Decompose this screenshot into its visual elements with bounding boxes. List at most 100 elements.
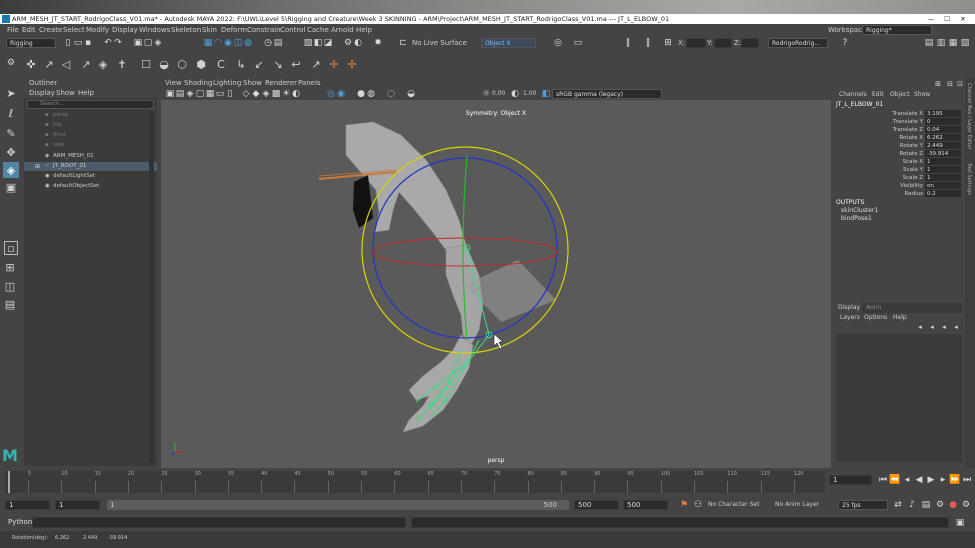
menu-file[interactable]: File <box>7 24 19 36</box>
go-to-end-icon[interactable]: ⏭ <box>962 475 972 485</box>
shelf-options-icon[interactable]: ⚙ <box>6 58 16 68</box>
loop-icon[interactable]: ⇄ <box>893 500 903 510</box>
step-forward-icon[interactable]: ▸ <box>938 475 948 485</box>
close-button[interactable]: ✕ <box>956 14 970 24</box>
viewport-menu-renderer[interactable]: Renderer <box>265 78 297 88</box>
menu-deform[interactable]: Deform <box>221 24 247 36</box>
outliner-item-top[interactable]: ▪ top <box>24 121 157 130</box>
ipr-icon[interactable]: ◪ <box>323 38 333 48</box>
output-skincluster[interactable]: skinCluster1 <box>841 207 878 214</box>
joint-tool-icon[interactable]: ✜ <box>25 58 37 71</box>
character-set-dropdown[interactable]: No Character Set <box>708 500 766 510</box>
antialiasing-icon[interactable]: ◌ <box>386 89 396 99</box>
channel-value[interactable]: 6.262 <box>925 134 961 141</box>
exposure-icon[interactable]: ☼ <box>481 89 491 99</box>
xform-icon[interactable]: ⊞ <box>663 38 673 48</box>
scale-constraint-icon[interactable]: ↩ <box>290 58 302 71</box>
humanik-icon[interactable]: ✝ <box>116 58 128 71</box>
channel-icon-c[interactable]: ⊡ <box>955 79 965 89</box>
time-slider-track[interactable]: 5 10 15 20 25 30 35 40 45 50 55 60 65 70 75 80 85 90 95 100… <box>5 471 825 493</box>
open-scene-icon[interactable]: ▭ <box>73 38 83 48</box>
menu-cache[interactable]: Cache <box>307 24 329 36</box>
animation-end-field[interactable]: 500 <box>623 500 668 510</box>
select-component-icon[interactable]: ◈ <box>153 38 163 48</box>
record-icon[interactable]: ● <box>948 500 958 510</box>
current-frame-field[interactable]: 1 <box>829 475 872 485</box>
ambient-occlusion-icon[interactable]: ● <box>356 89 366 99</box>
outliner-item-arm-mesh[interactable]: ◆ ARM_MESH_01 <box>24 152 157 161</box>
playback-end-field[interactable]: 500 <box>574 500 619 510</box>
lasso-tool-icon[interactable]: ℓ <box>5 107 17 120</box>
channel-value[interactable]: 0.04 <box>925 126 961 133</box>
mirror-joint-icon[interactable]: ◁ <box>60 58 72 71</box>
pref-timeline-icon[interactable]: ⚙ <box>935 500 945 510</box>
history-icon[interactable]: ◷ <box>263 38 273 48</box>
sound-icon[interactable]: ♪ <box>907 500 917 510</box>
lock-icon[interactable]: ▭ <box>573 38 583 48</box>
menu-create[interactable]: Create <box>39 24 62 36</box>
character-set-icon[interactable]: ⚇ <box>693 500 703 510</box>
ik-spline-icon[interactable]: ◈ <box>97 58 109 71</box>
channel-value[interactable]: 1 <box>925 174 961 181</box>
four-view-layout-icon[interactable]: ⊞ <box>4 261 16 274</box>
undo-icon[interactable]: ↶ <box>103 38 113 48</box>
channels-menu-show[interactable]: Show <box>914 90 930 100</box>
bind-skin-icon[interactable]: ☐ <box>140 58 152 71</box>
layer-down-icon[interactable]: ◂ <box>927 322 937 332</box>
autodesk-learning-icon[interactable]: ? <box>840 38 850 48</box>
paint-weights-icon[interactable]: ⬡ <box>176 58 188 71</box>
y-field[interactable] <box>714 38 732 48</box>
play-back-icon[interactable]: ◀ <box>914 475 924 485</box>
menu-modify[interactable]: Modify <box>86 24 109 36</box>
select-camera-icon[interactable]: ▣ <box>165 89 175 99</box>
outliner-search[interactable]: Search... <box>27 100 154 109</box>
bookmark-timeline-icon[interactable]: ▤ <box>921 500 931 510</box>
anim-layer-dropdown[interactable]: No Anim Layer <box>775 500 833 510</box>
outliner-scrollbar[interactable] <box>149 111 154 463</box>
modeling-toolkit-icon[interactable]: ▤ <box>924 38 934 48</box>
command-input[interactable] <box>32 517 406 528</box>
expand-icon[interactable]: ⊞ <box>35 162 40 171</box>
outliner-item-default-object-set[interactable]: ◉ defaultObjectSet <box>24 182 157 191</box>
menu-skin[interactable]: Skin <box>202 24 217 36</box>
tool-settings-icon[interactable]: ▦ <box>948 38 958 48</box>
ik-handle-icon[interactable]: ↗ <box>80 58 92 71</box>
menuset-dropdown[interactable]: Rigging <box>6 38 56 48</box>
channel-row-rotate-z[interactable]: Rotate Z -39.914 <box>833 150 965 158</box>
menu-select[interactable]: Select <box>63 24 85 36</box>
x-field[interactable] <box>686 38 706 48</box>
textured-icon[interactable]: ▩ <box>271 89 281 99</box>
tab-tool-settings[interactable]: Tool Settings <box>966 163 972 195</box>
channel-value[interactable]: 3.195 <box>925 110 961 117</box>
step-back-key-icon[interactable]: ⏪ <box>889 475 900 485</box>
outliner-layout-icon[interactable]: ▤ <box>4 298 16 311</box>
menu-help[interactable]: Help <box>356 24 372 36</box>
aim-constraint-icon[interactable]: ↗ <box>310 58 322 71</box>
render-view-icon[interactable]: ▧ <box>303 38 313 48</box>
channel-row-visibility[interactable]: Visibility on <box>833 182 965 190</box>
z-field[interactable] <box>741 38 759 48</box>
cluster-icon[interactable]: C <box>215 58 227 71</box>
outliner-item-jt-root[interactable]: ⊞ ✓ JT_ROOT_01 <box>24 162 157 171</box>
go-to-start-icon[interactable]: ⏮ <box>878 475 888 485</box>
channel-value[interactable]: 2.449 <box>925 142 961 149</box>
parent-constraint-icon[interactable]: ↳ <box>235 58 247 71</box>
render-settings-icon[interactable]: ⚙ <box>343 38 353 48</box>
menu-display[interactable]: Display <box>112 24 138 36</box>
move-tool-icon[interactable]: ✥ <box>5 146 17 159</box>
viewport-menu-view[interactable]: View <box>165 78 182 88</box>
lattice-icon[interactable]: ⬢ <box>195 58 207 71</box>
xray-icon[interactable]: ◉ <box>336 89 346 99</box>
viewport-menu-show[interactable]: Show <box>243 78 262 88</box>
layers-menu-layers[interactable]: Layers <box>840 313 860 323</box>
grid-icon[interactable]: ▦ <box>205 89 215 99</box>
outliner-menu-show[interactable]: Show <box>56 88 75 98</box>
render-icon[interactable]: ◧ <box>313 38 323 48</box>
play-forward-icon[interactable]: ▶ <box>926 475 936 485</box>
snap-grid-icon[interactable]: ▦ <box>203 38 213 48</box>
layers-menu-help[interactable]: Help <box>893 313 907 323</box>
channel-object-name[interactable]: JT_L_ELBOW_01 <box>836 101 961 109</box>
channel-row-translate-y[interactable]: Translate Y0 <box>833 118 965 126</box>
xray-joints-icon[interactable]: ◎ <box>326 89 336 99</box>
channel-row-translate-z[interactable]: Translate Z 0.04 <box>833 126 965 134</box>
